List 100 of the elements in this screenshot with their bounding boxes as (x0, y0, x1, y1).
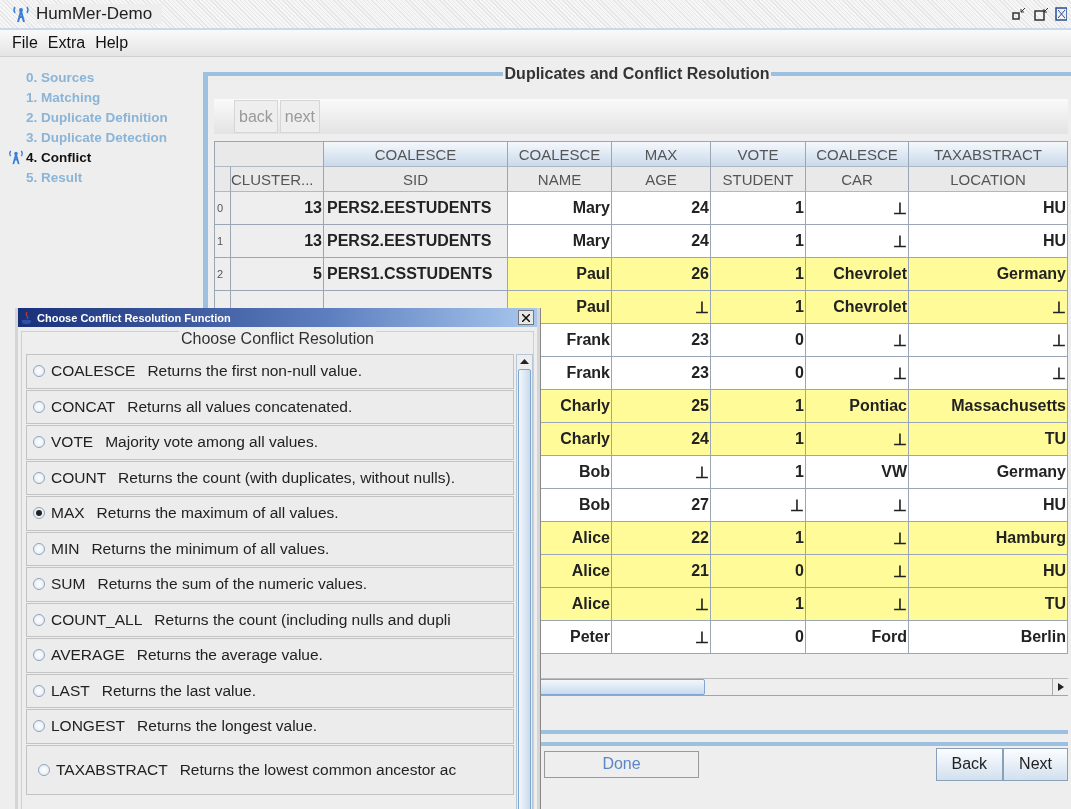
column-header[interactable]: CLUSTER... (231, 167, 324, 192)
vertical-scrollbar[interactable] (516, 354, 533, 809)
table-cell: PERS2.EESTUDENTS (324, 225, 508, 258)
menu-item[interactable]: Help (95, 34, 129, 52)
table-cell: ⊥ (806, 357, 909, 390)
column-header[interactable]: NAME (508, 167, 612, 192)
table-cell: 1 (711, 456, 806, 489)
table-cell: Hamburg (909, 522, 1068, 555)
table-cell: ⊥ (806, 555, 909, 588)
row-number: 0 (215, 192, 231, 225)
radio-button[interactable] (33, 400, 45, 413)
radio-button[interactable] (33, 365, 45, 378)
coffee-cup-icon (21, 310, 33, 325)
table-cell: 1 (711, 423, 806, 456)
radio-button[interactable] (33, 542, 45, 555)
table-cell: 0 (711, 357, 806, 390)
column-header[interactable]: SID (324, 167, 508, 192)
antenna-icon (8, 149, 24, 165)
table-cell: Ford (806, 621, 909, 654)
back-button[interactable]: Back (935, 747, 1004, 781)
option-item[interactable]: CONCAT Returns all values concatenated. (26, 389, 514, 424)
radio-button[interactable] (33, 578, 45, 591)
table-cell: ⊥ (806, 588, 909, 621)
table-cell: 1 (711, 192, 806, 225)
table-cell: Massachusetts (909, 390, 1068, 423)
table-cell: ⊥ (806, 423, 909, 456)
radio-button[interactable] (33, 684, 45, 697)
maximize-icon[interactable] (1033, 7, 1049, 21)
option-item[interactable]: VOTE Majority vote among all values. (26, 425, 514, 460)
table-cell: ⊥ (612, 588, 711, 621)
right-arrow-icon[interactable] (1057, 683, 1064, 691)
table-cell: ⊥ (806, 522, 909, 555)
column-header[interactable]: STUDENT (711, 167, 806, 192)
menu-item[interactable]: File (12, 34, 38, 52)
table-cell: 13 (231, 192, 324, 225)
table-cell: ⊥ (909, 291, 1068, 324)
table-cell: 21 (612, 555, 711, 588)
option-item[interactable]: LAST Returns the last value. (26, 673, 514, 708)
table-cell: TU (909, 588, 1068, 621)
radio-button[interactable] (33, 613, 45, 626)
table-cell: TU (909, 423, 1068, 456)
wizard-step[interactable]: 4. Conflict (8, 147, 203, 167)
function-header[interactable]: COALESCE (508, 142, 612, 167)
table-cell: Pontiac (806, 390, 909, 423)
table-cell: Paul (508, 258, 612, 291)
done-button[interactable]: Done (544, 750, 699, 778)
option-item[interactable]: MIN Returns the minimum of all values. (26, 531, 514, 566)
dialog-title: Choose Conflict Resolution Function (37, 311, 231, 324)
radio-button[interactable] (33, 720, 45, 733)
function-header[interactable]: COALESCE (324, 142, 508, 167)
function-header[interactable]: TAXABSTRACT (909, 142, 1068, 167)
option-item[interactable]: AVERAGE Returns the average value. (26, 638, 514, 673)
table-cell: 1 (711, 522, 806, 555)
table-cell: Chevrolet (806, 258, 909, 291)
close-icon (522, 313, 530, 322)
panel-title: Duplicates and Conflict Resolution (503, 65, 771, 83)
close-icon[interactable] (1055, 7, 1067, 21)
option-item[interactable]: MAX Returns the maximum of all values. (26, 496, 514, 531)
table-cell: ⊥ (806, 324, 909, 357)
radio-button[interactable] (33, 436, 45, 449)
option-item[interactable]: COALESCE Returns the first non-null value. (26, 354, 514, 389)
menu-item[interactable]: Extra (47, 34, 86, 52)
table-cell: 13 (231, 225, 324, 258)
table-cell: ⊥ (711, 489, 806, 522)
option-item[interactable]: SUM Returns the sum of the numeric values. (26, 567, 514, 602)
table-cell: ⊥ (909, 324, 1068, 357)
radio-button[interactable] (33, 649, 45, 662)
option-item[interactable]: LONGEST Returns the longest value. (26, 709, 514, 744)
option-item[interactable]: TAXABSTRACT Returns the lowest common ancestor ac (26, 744, 514, 795)
minimize-icon[interactable] (1011, 7, 1027, 21)
column-header[interactable]: AGE (612, 167, 711, 192)
table-cell: ⊥ (612, 291, 711, 324)
next-button[interactable]: Next (1003, 747, 1068, 781)
function-header[interactable]: COALESCE (806, 142, 909, 167)
table-cell: 1 (711, 225, 806, 258)
table-cell: 23 (612, 324, 711, 357)
radio-button[interactable] (33, 471, 45, 484)
table-cell: Mary (508, 192, 612, 225)
table-cell: ⊥ (612, 456, 711, 489)
table-cell: HU (909, 489, 1068, 522)
table-cell: 26 (612, 258, 711, 291)
function-header[interactable]: VOTE (711, 142, 806, 167)
close-button[interactable] (518, 310, 534, 325)
table-cell: 1 (711, 390, 806, 423)
option-item[interactable]: COUNT_ALL Returns the count (including nulls and dupli (26, 602, 514, 637)
function-header[interactable]: MAX (612, 142, 711, 167)
column-header[interactable]: CAR (806, 167, 909, 192)
table-cell: 1 (711, 291, 806, 324)
window-title: HumMer-Demo (36, 4, 163, 24)
table-cell: PERS1.CSSTUDENTS (324, 258, 508, 291)
table-cell: Berlin (909, 621, 1068, 654)
table-cell: 1 (711, 588, 806, 621)
table-cell: Chevrolet (806, 291, 909, 324)
radio-button[interactable] (38, 763, 50, 776)
table-cell: 1 (711, 258, 806, 291)
radio-button[interactable] (33, 507, 45, 520)
option-item[interactable]: COUNT Returns the count (with duplicates, without nulls). (26, 460, 514, 495)
table-cell: ⊥ (909, 357, 1068, 390)
table-cell: HU (909, 192, 1068, 225)
column-header[interactable]: LOCATION (909, 167, 1068, 192)
